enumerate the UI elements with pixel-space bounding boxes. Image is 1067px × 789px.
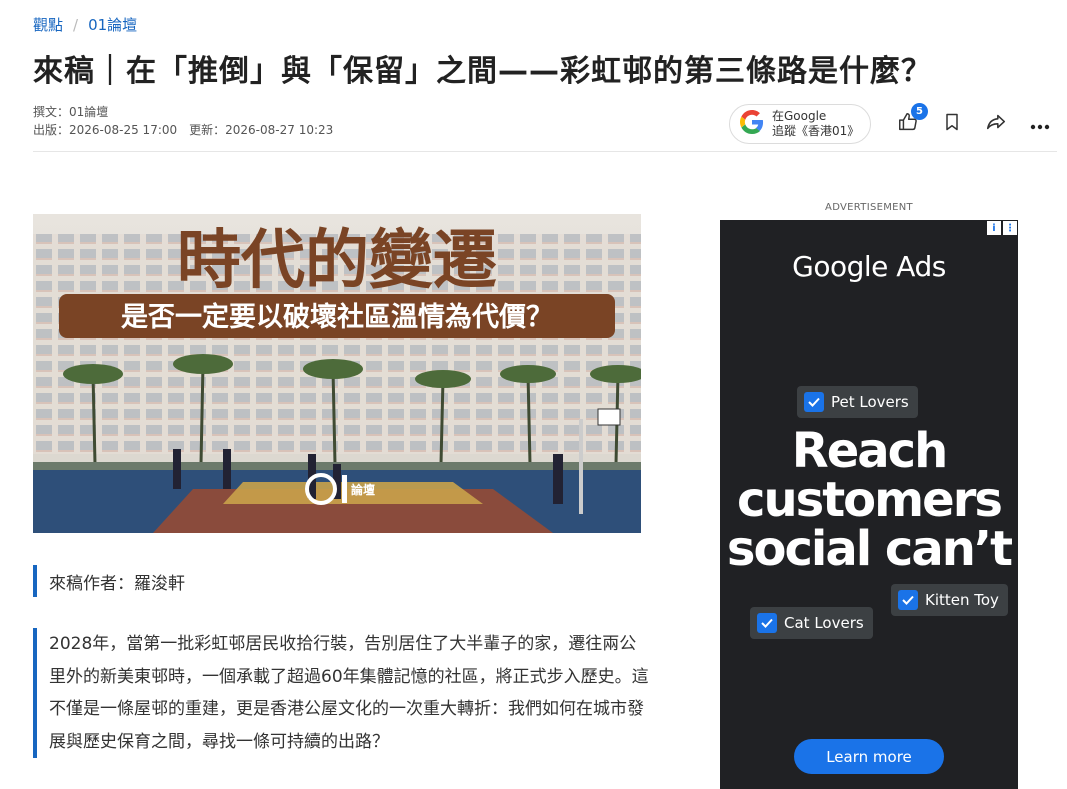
ad-chip-cat-lovers: Cat Lovers: [750, 607, 873, 639]
header-divider: [33, 151, 1057, 152]
author-line: 撰文：01論壇: [33, 105, 109, 119]
article-meta: 撰文：01論壇 出版：2026-08-25 17:00 更新：2026-08-27…: [33, 103, 333, 139]
like-count-badge: 5: [911, 103, 928, 120]
ad-label: ADVERTISEMENT: [825, 202, 913, 213]
breadcrumb-sub-link[interactable]: 01論壇: [88, 14, 137, 35]
bookmark-icon: [942, 111, 962, 137]
lead-paragraph: 2028年，當第一批彩虹邨居民收拾行裝，告別居住了大半輩子的家，遷往兩公里外的新…: [33, 628, 649, 758]
hero-headline: 時代的變遷: [177, 223, 497, 298]
ad-chip-pet-lovers: Pet Lovers: [797, 386, 918, 418]
contributor-quote: 來稿作者：羅浚軒: [33, 565, 185, 597]
follow-label-line1: 在Google: [772, 109, 827, 123]
share-button[interactable]: [984, 112, 1008, 136]
like-button[interactable]: 5: [896, 103, 928, 136]
hero-image: 時代的變遷 是否一定要以破壞社區溫情為代價？ 論壇: [33, 214, 641, 533]
ad-info[interactable]: i ⋮: [987, 221, 1017, 235]
google-g-icon: [740, 110, 764, 138]
published-time: 出版：2026-08-25 17:00: [33, 123, 178, 137]
ad-chip-label: Cat Lovers: [784, 614, 864, 632]
bookmark-button[interactable]: [940, 112, 964, 136]
ad-chip-label: Kitten Toy: [925, 591, 999, 609]
follow-on-google-button[interactable]: 在Google 追蹤《香港01》: [729, 104, 871, 144]
ad-options-icon[interactable]: ⋮: [1003, 221, 1017, 235]
ad-chip-label: Pet Lovers: [831, 393, 909, 411]
ad-headline-line2: customers: [737, 472, 1003, 528]
check-icon: [757, 613, 777, 633]
ad-headline-line1: Reach: [791, 423, 949, 479]
more-icon: [1030, 115, 1050, 134]
updated-time: 更新：2026-08-27 10:23: [189, 123, 334, 137]
ad-chip-kitten-toy: Kitten Toy: [891, 584, 1008, 616]
ad-headline-line3: social can’t: [726, 521, 1013, 577]
hero-subheadline: 是否一定要以破壞社區溫情為代價？: [121, 301, 553, 333]
article-actions: 5: [896, 103, 1052, 136]
share-icon: [985, 111, 1007, 137]
breadcrumb: 觀點 / 01論壇: [33, 14, 137, 35]
hero-illustration: 時代的變遷 是否一定要以破壞社區溫情為代價？ 論壇: [33, 214, 641, 533]
article-title: 來稿｜在「推倒」與「保留」之間——彩虹邨的第三條路是什麼？: [33, 54, 932, 89]
hero-watermark-text: 論壇: [351, 482, 375, 497]
ad-info-icon[interactable]: i: [987, 221, 1001, 235]
check-icon: [898, 590, 918, 610]
ad-banner[interactable]: i ⋮ Google Ads Pet Lovers Reach customer…: [720, 220, 1018, 789]
more-button[interactable]: [1028, 112, 1052, 136]
ad-learn-more-button[interactable]: Learn more: [794, 739, 944, 774]
ad-headline: Reach customers social can’t: [720, 427, 1018, 574]
follow-label: 在Google 追蹤《香港01》: [772, 109, 859, 139]
breadcrumb-separator: /: [73, 15, 79, 34]
follow-label-line2: 追蹤《香港01》: [772, 124, 860, 138]
check-icon: [804, 392, 824, 412]
breadcrumb-section-link[interactable]: 觀點: [33, 14, 63, 35]
ad-brand: Google Ads: [792, 250, 946, 283]
